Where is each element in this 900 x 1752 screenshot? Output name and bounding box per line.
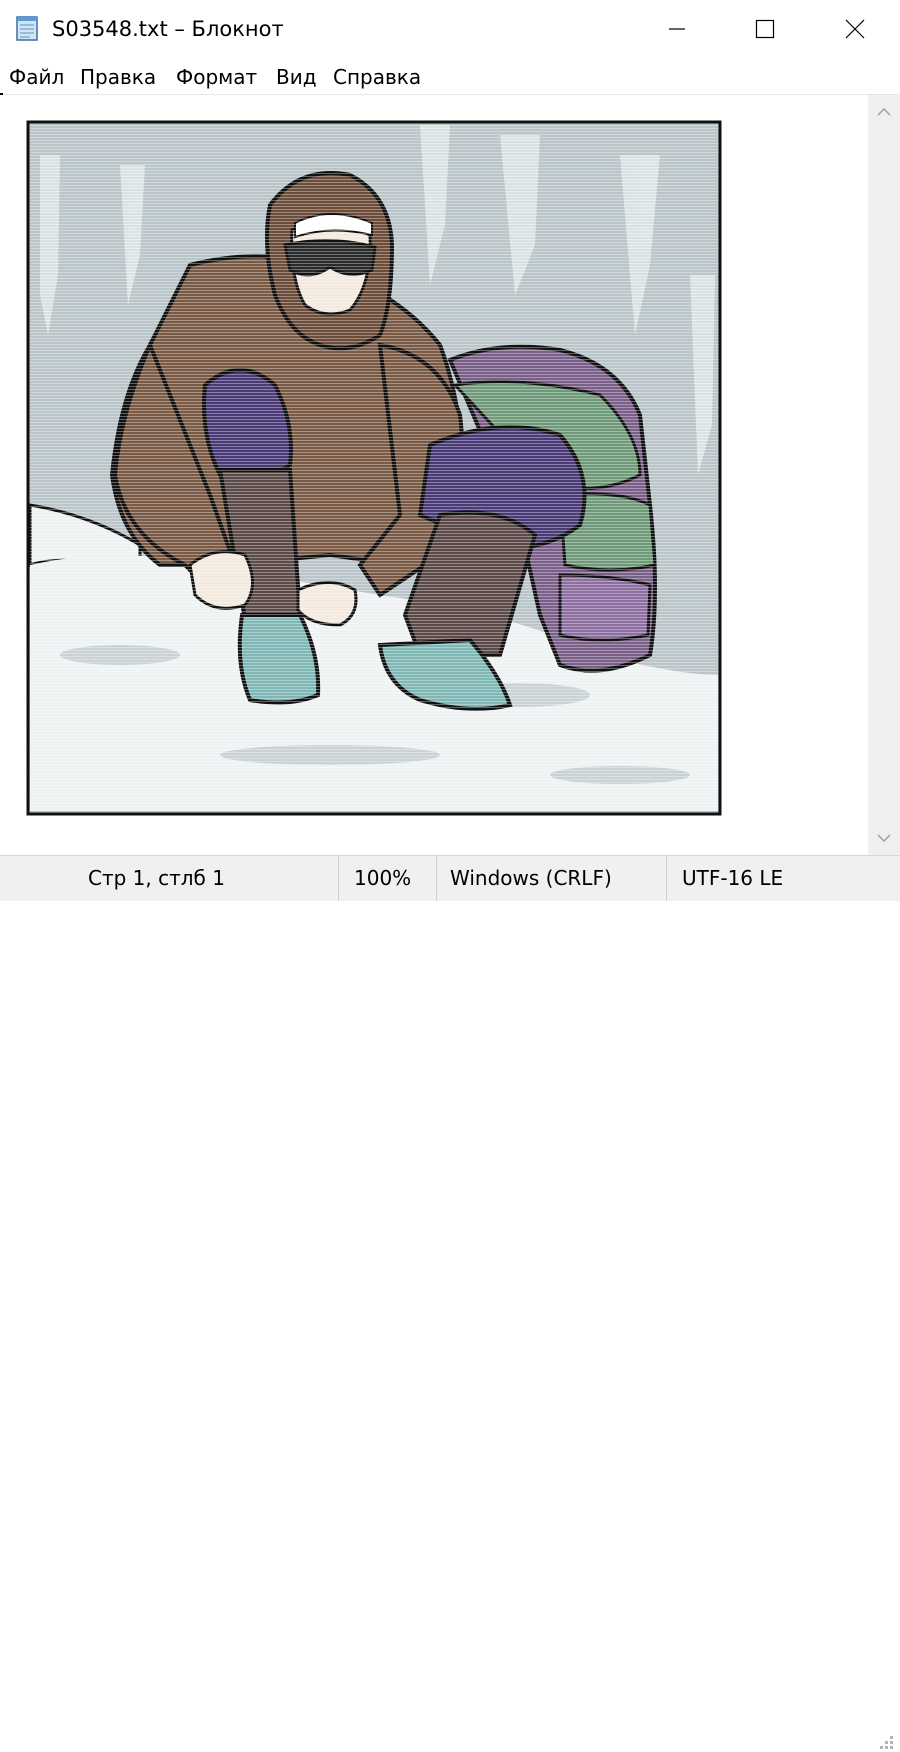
menu-format[interactable]: Формат [176, 62, 257, 92]
cursor-position: Стр 1, стлб 1 [88, 866, 225, 890]
menu-bar: Файл Правка Формат Вид Справка [0, 58, 900, 95]
title-bar: S03548.txt – Блокнот [0, 0, 900, 58]
minimize-icon [669, 28, 685, 30]
status-divider [666, 856, 667, 901]
vertical-scrollbar[interactable] [868, 95, 900, 855]
menu-help[interactable]: Справка [333, 62, 421, 92]
maximize-button[interactable] [720, 0, 810, 58]
notepad-icon [16, 16, 38, 41]
menu-view[interactable]: Вид [276, 62, 317, 92]
zoom-level: 100% [354, 866, 412, 890]
encoding: UTF-16 LE [682, 866, 784, 890]
minimize-button[interactable] [632, 0, 722, 58]
status-bar: Стр 1, стлб 1 100% Windows (CRLF) UTF-16… [0, 855, 900, 1749]
close-button[interactable] [810, 0, 900, 58]
scroll-up-arrow-icon [877, 107, 891, 116]
scroll-down-button[interactable] [868, 821, 900, 855]
text-editor[interactable] [0, 95, 868, 855]
window-title: S03548.txt – Блокнот [52, 17, 284, 41]
line-endings: Windows (CRLF) [450, 866, 612, 890]
size-grip-icon[interactable] [876, 1732, 896, 1752]
menu-file[interactable]: Файл [9, 62, 64, 92]
status-divider [338, 856, 339, 901]
maximize-icon [755, 19, 775, 39]
menu-edit[interactable]: Правка [80, 62, 156, 92]
status-divider [436, 856, 437, 901]
scroll-up-button[interactable] [868, 95, 900, 129]
ascii-art-image [26, 120, 722, 816]
scroll-down-arrow-icon [877, 834, 891, 843]
close-icon [845, 19, 865, 39]
